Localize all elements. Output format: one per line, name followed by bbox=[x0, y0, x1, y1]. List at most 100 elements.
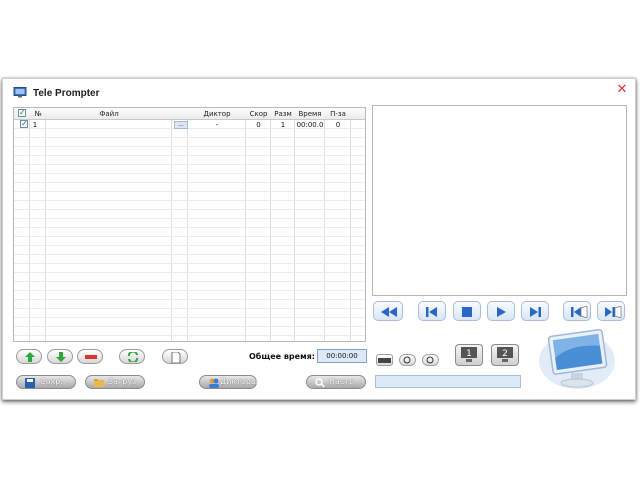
status-bar bbox=[375, 375, 521, 388]
zoom-out-icon bbox=[426, 356, 434, 364]
playlist-table[interactable]: № Файл Диктор Скор Разм Время П-за 1 ...… bbox=[13, 107, 366, 342]
prev-button[interactable] bbox=[418, 301, 446, 321]
monitor-2-button[interactable]: 2 bbox=[491, 344, 519, 366]
empty-row bbox=[14, 129, 365, 138]
header-speaker[interactable]: Диктор bbox=[188, 110, 246, 118]
move-up-button[interactable] bbox=[16, 349, 42, 364]
keyboard-button[interactable] bbox=[376, 354, 393, 366]
empty-row bbox=[14, 156, 365, 165]
browse-file-button[interactable]: ... bbox=[174, 121, 188, 129]
row-speaker[interactable]: - bbox=[188, 121, 246, 129]
empty-row bbox=[14, 327, 365, 336]
empty-row bbox=[14, 273, 365, 282]
header-speed[interactable]: Скор bbox=[246, 110, 271, 118]
header-size[interactable]: Разм bbox=[271, 110, 295, 118]
zoom-in-icon bbox=[403, 356, 411, 364]
main-window: Tele Prompter ✕ № Файл Диктор Скор Разм … bbox=[2, 78, 636, 400]
table-header: № Файл Диктор Скор Разм Время П-за bbox=[14, 108, 365, 120]
total-time-field: 00:00:00 bbox=[317, 349, 367, 363]
skip-back-icon bbox=[426, 307, 437, 317]
load-label: Загруз bbox=[108, 377, 137, 386]
monitor-1-icon: 1 bbox=[461, 347, 477, 362]
book-back-icon bbox=[571, 306, 588, 318]
refresh-icon bbox=[128, 352, 138, 362]
empty-row bbox=[14, 309, 365, 318]
row-size[interactable]: 1 bbox=[271, 121, 295, 129]
save-label: Сохр. bbox=[40, 377, 63, 386]
settings-label: Настр bbox=[329, 377, 355, 386]
monitor-1-button[interactable]: 1 bbox=[455, 344, 483, 366]
svg-text:1: 1 bbox=[466, 349, 472, 359]
rewind-button[interactable] bbox=[373, 301, 403, 321]
select-all-checkbox[interactable] bbox=[18, 108, 26, 117]
empty-row bbox=[14, 183, 365, 192]
empty-row bbox=[14, 192, 365, 201]
book-back-button[interactable] bbox=[563, 301, 591, 321]
minus-icon bbox=[85, 355, 97, 359]
zoom-out-button[interactable] bbox=[422, 354, 439, 366]
close-icon[interactable]: ✕ bbox=[616, 83, 628, 96]
empty-row bbox=[14, 336, 365, 341]
empty-row bbox=[14, 237, 365, 246]
empty-row bbox=[14, 138, 365, 147]
empty-row bbox=[14, 210, 365, 219]
zoom-in-button[interactable] bbox=[399, 354, 416, 366]
empty-row bbox=[14, 264, 365, 273]
skip-forward-icon bbox=[530, 307, 541, 317]
empty-row bbox=[14, 147, 365, 156]
empty-row bbox=[14, 174, 365, 183]
row-checkbox[interactable] bbox=[20, 119, 28, 128]
window-title: Tele Prompter bbox=[33, 88, 100, 99]
save-button[interactable]: Сохр. bbox=[16, 375, 76, 389]
play-icon bbox=[497, 307, 506, 317]
empty-row bbox=[14, 246, 365, 255]
table-row[interactable]: 1 ... - 0 1 00:00.0 0 bbox=[14, 119, 365, 129]
monitor-logo-icon bbox=[539, 328, 615, 389]
empty-row bbox=[14, 318, 365, 327]
speakers-button[interactable]: Дикторы bbox=[199, 375, 257, 389]
delete-button[interactable] bbox=[77, 349, 103, 364]
title-bar: Tele Prompter ✕ bbox=[3, 79, 635, 103]
speakers-icon bbox=[209, 378, 219, 388]
header-pause[interactable]: П-за bbox=[325, 110, 351, 118]
move-down-button[interactable] bbox=[47, 349, 73, 364]
row-num: 1 bbox=[32, 121, 38, 129]
empty-row bbox=[14, 291, 365, 300]
app-monitor-icon bbox=[13, 87, 27, 100]
stop-button[interactable] bbox=[453, 301, 481, 321]
svg-text:2: 2 bbox=[502, 349, 508, 359]
empty-row bbox=[14, 201, 365, 210]
arrow-down-icon bbox=[56, 352, 66, 362]
folder-icon bbox=[94, 379, 104, 387]
empty-row bbox=[14, 300, 365, 309]
play-button[interactable] bbox=[487, 301, 515, 321]
page-icon bbox=[171, 352, 181, 363]
rewind-icon bbox=[381, 307, 397, 317]
empty-row bbox=[14, 255, 365, 264]
speakers-label: Дикторы bbox=[220, 377, 258, 386]
refresh-button[interactable] bbox=[119, 349, 145, 364]
arrow-up-icon bbox=[25, 352, 35, 362]
header-file[interactable]: Файл bbox=[46, 110, 172, 118]
book-forward-icon bbox=[605, 306, 622, 318]
total-time-label: Общее время: bbox=[249, 352, 315, 361]
stop-icon bbox=[462, 307, 472, 317]
header-time[interactable]: Время bbox=[295, 110, 325, 118]
book-forward-button[interactable] bbox=[597, 301, 625, 321]
next-button[interactable] bbox=[521, 301, 549, 321]
row-speed[interactable]: 0 bbox=[246, 121, 271, 129]
floppy-icon bbox=[25, 378, 35, 388]
settings-search-icon bbox=[315, 378, 325, 388]
monitor-2-icon: 2 bbox=[497, 347, 513, 362]
row-time[interactable]: 00:00.0 bbox=[295, 121, 325, 129]
empty-row bbox=[14, 165, 365, 174]
empty-row bbox=[14, 228, 365, 237]
row-pause[interactable]: 0 bbox=[325, 121, 351, 129]
empty-row bbox=[14, 282, 365, 291]
settings-button[interactable]: Настр bbox=[306, 375, 366, 389]
header-num[interactable]: № bbox=[30, 110, 46, 118]
new-page-button[interactable] bbox=[162, 349, 188, 364]
preview-area bbox=[372, 105, 627, 296]
keyboard-icon bbox=[378, 358, 391, 363]
load-button[interactable]: Загруз bbox=[85, 375, 145, 389]
